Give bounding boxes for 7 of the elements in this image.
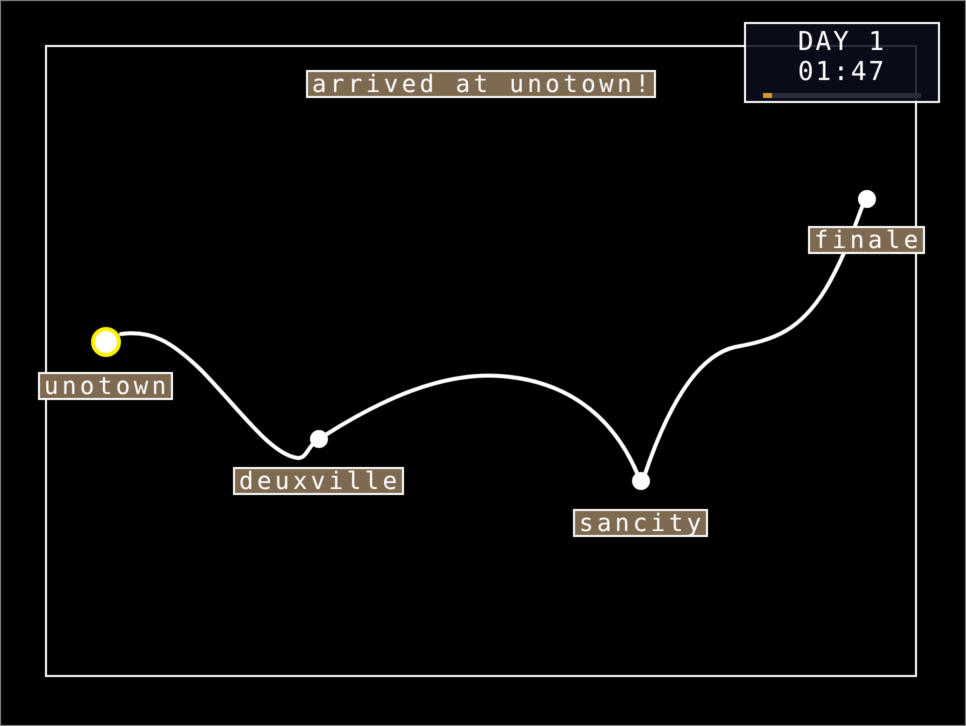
day-label: DAY 1 bbox=[798, 27, 886, 57]
town-label: deuxville bbox=[233, 467, 404, 495]
town-label: sancity bbox=[573, 509, 708, 537]
status-message: arrived at unotown! bbox=[306, 70, 656, 98]
clock-time: 01:47 bbox=[798, 57, 886, 87]
town-label: unotown bbox=[38, 372, 173, 400]
town-label: finale bbox=[808, 226, 925, 254]
